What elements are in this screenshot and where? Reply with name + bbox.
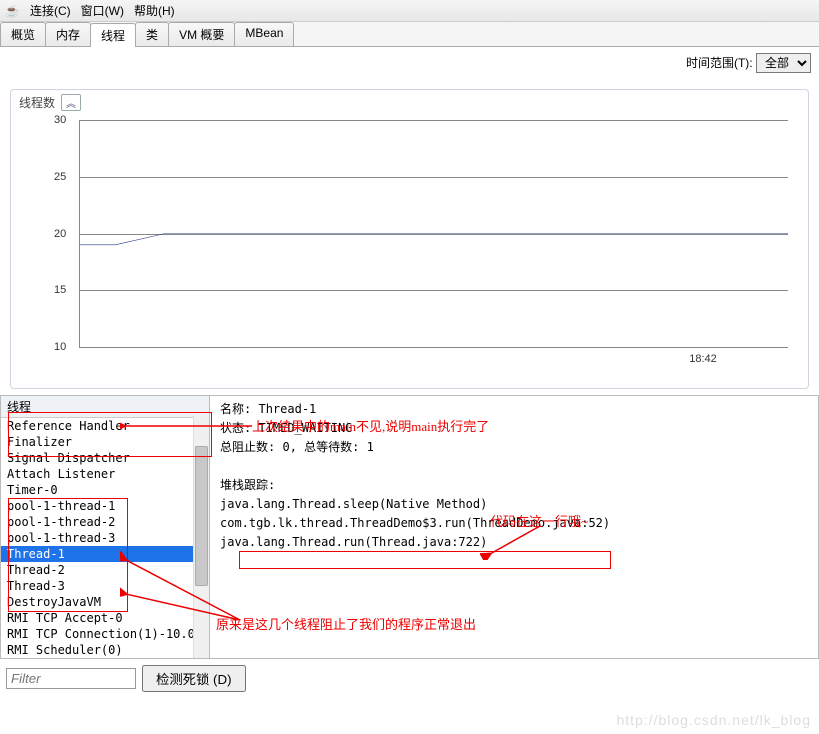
menu-window[interactable]: 窗口(W) [81,2,124,19]
ytick-label: 10 [54,341,66,353]
ytick-label: 15 [54,284,66,296]
menu-connect[interactable]: 连接(C) [30,2,71,19]
tab-mbean[interactable]: MBean [234,22,294,46]
thread-item[interactable]: pool-1-thread-2 [1,514,209,530]
thread-item[interactable]: Thread-1 [1,546,209,562]
thread-item[interactable]: Finalizer [1,434,209,450]
time-range-row: 时间范围(T): 全部 [0,53,819,73]
stack-line-2: java.lang.Thread.run(Thread.java:722) [220,533,808,552]
tab-vm-summary[interactable]: VM 概要 [168,22,235,46]
chart-title: 线程数 [19,94,55,111]
thread-item[interactable]: RMI Scheduler(0) [1,642,209,658]
time-range-select[interactable]: 全部 [756,53,811,73]
scroll-thumb[interactable] [195,446,208,586]
ytick-label: 20 [54,228,66,240]
thread-list-header: 线程 [1,396,209,418]
footer-row: 检测死锁 (D) [0,665,819,692]
tab-classes[interactable]: 类 [135,22,169,46]
menu-help[interactable]: 帮助(H) [134,2,175,19]
thread-item[interactable]: Thread-3 [1,578,209,594]
thread-item[interactable]: pool-1-thread-1 [1,498,209,514]
ytick-label: 30 [54,114,66,126]
blocked-value: 0, [282,440,296,454]
xtick-label: 18:42 [689,353,717,365]
thread-item[interactable]: pool-1-thread-3 [1,530,209,546]
thread-item[interactable]: Thread-2 [1,562,209,578]
thread-item[interactable]: Signal Dispatcher [1,450,209,466]
tab-overview[interactable]: 概览 [0,22,46,46]
detect-deadlock-button[interactable]: 检测死锁 (D) [142,665,246,692]
collapse-icon[interactable]: ︽ [61,94,81,111]
thread-scrollbar[interactable] [193,416,209,658]
annotation-main-gone: 上次结果中的main不见,说明main执行完了 [252,416,489,435]
name-label: 名称: [220,402,251,416]
java-icon: ☕ [4,3,20,19]
tab-bar: 概览 内存 线程 类 VM 概要 MBean [0,22,819,47]
thread-item[interactable]: DestroyJavaVM [1,594,209,610]
thread-item[interactable]: RMI TCP Accept-0 [1,610,209,626]
menubar: ☕ 连接(C) 窗口(W) 帮助(H) [0,0,819,22]
watermark: http://blog.csdn.net/lk_blog [616,712,811,728]
stack-title: 堆栈跟踪: [220,476,808,495]
tab-threads[interactable]: 线程 [90,23,136,47]
waited-label: 总等待数: [304,440,359,454]
thread-list-panel: 线程 Reference HandlerFinalizerSignal Disp… [0,395,210,659]
thread-item[interactable]: Reference Handler [1,418,209,434]
state-label: 状态: [220,421,251,435]
filter-input[interactable] [6,668,136,689]
thread-list: Reference HandlerFinalizerSignal Dispatc… [1,418,209,658]
blocked-label: 总阻止数: [220,440,275,454]
name-value: Thread-1 [258,402,316,416]
annotation-code-line: 代码在这一行哦~ [490,511,588,530]
thread-chart: 线程数 ︽ 10 15 20 25 30 18:42 [10,89,809,389]
thread-item[interactable]: Timer-0 [1,482,209,498]
ytick-label: 25 [54,171,66,183]
annotation-blocking-threads: 原来是这几个线程阻止了我们的程序正常退出 [216,614,476,633]
waited-value: 1 [367,440,374,454]
time-range-label: 时间范围(T): [686,56,753,70]
tab-memory[interactable]: 内存 [45,22,91,46]
thread-item[interactable]: Attach Listener [1,466,209,482]
thread-item[interactable]: RMI TCP Connection(1)-10.0.0.6 [1,626,209,642]
